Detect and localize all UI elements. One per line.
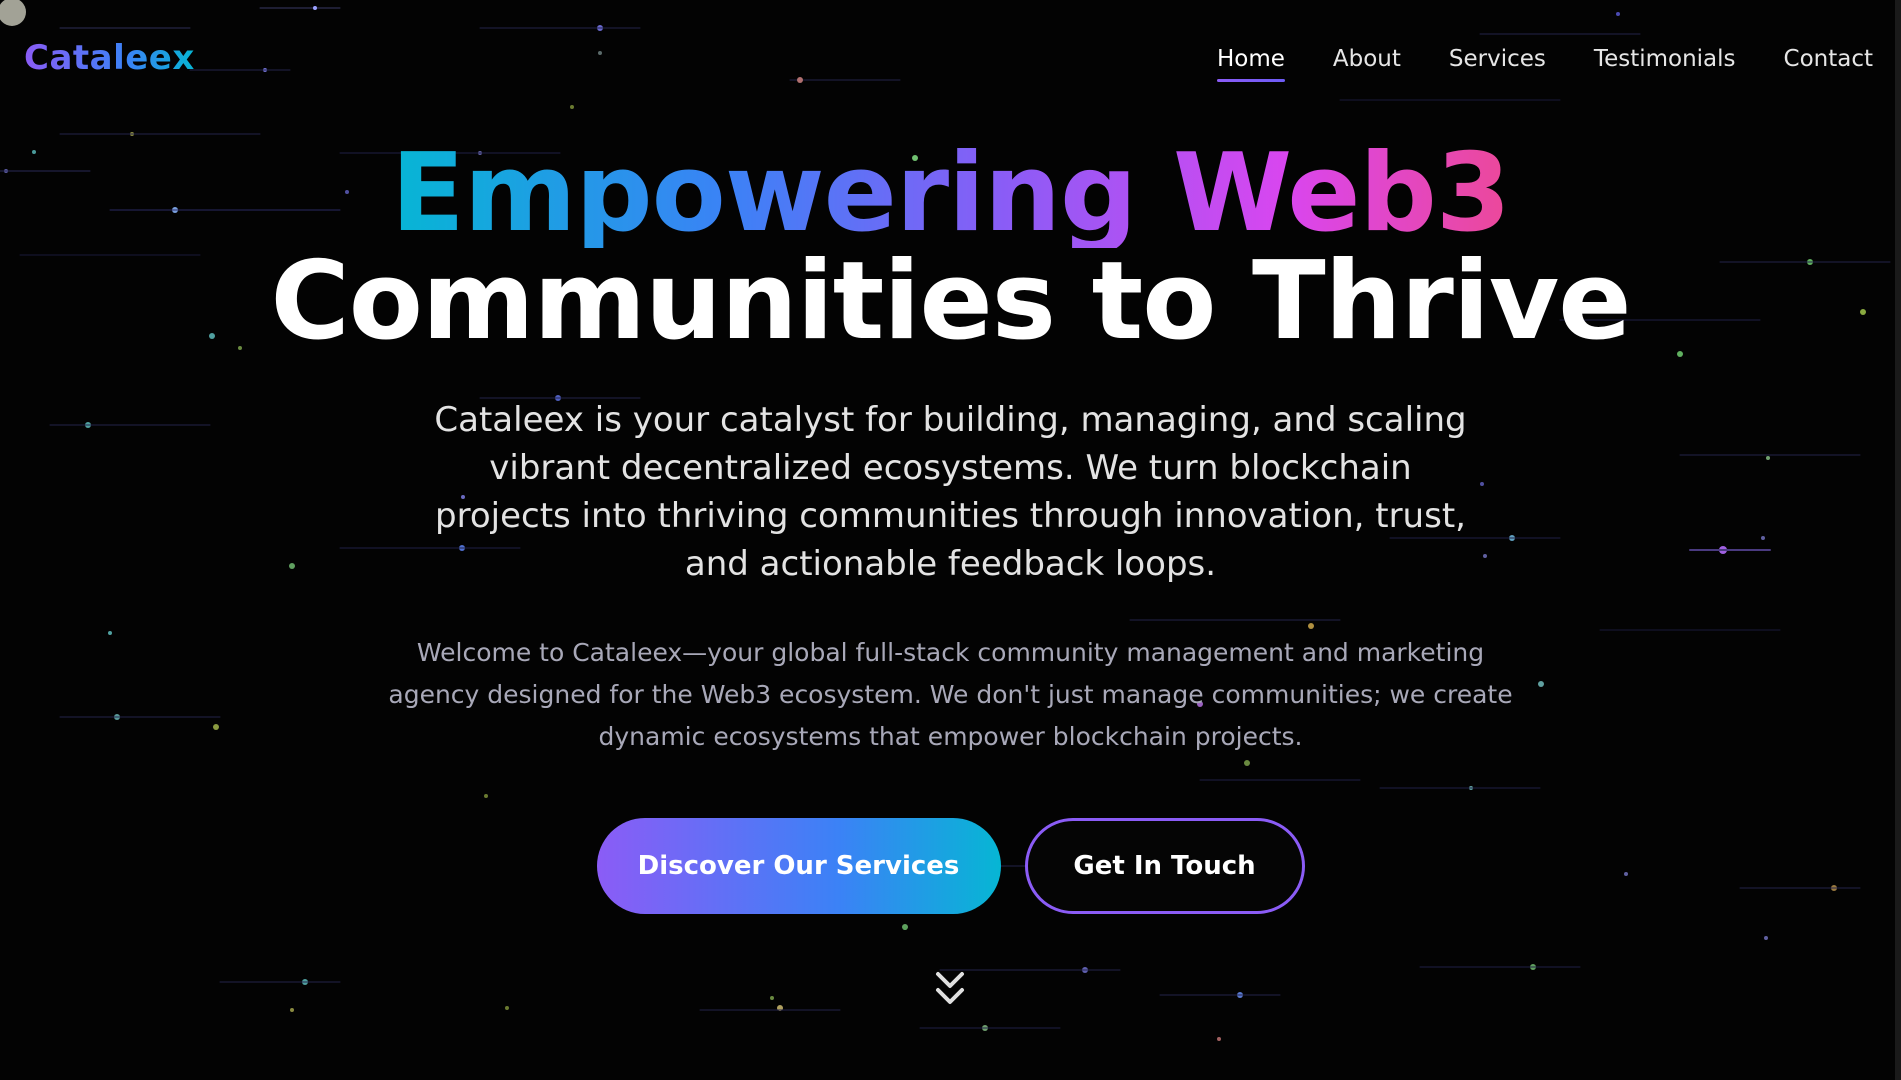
nav-link-about[interactable]: About: [1333, 46, 1401, 80]
page-scrollbar[interactable]: [1895, 0, 1901, 1080]
top-navigation: Cataleex Home About Services Testimonial…: [0, 0, 1901, 120]
headline-gradient-text: Empowering Web3: [391, 131, 1511, 256]
brand-logo[interactable]: Cataleex: [24, 38, 195, 78]
hero-sub-paragraph: Welcome to Cataleex—your global full-sta…: [388, 638, 1513, 751]
hero-section: Empowering Web3 Communities to Thrive Ca…: [0, 140, 1901, 914]
hero-headline: Empowering Web3 Communities to Thrive: [0, 140, 1901, 356]
chevrons-down-icon[interactable]: [922, 968, 978, 1012]
nav-link-contact[interactable]: Contact: [1784, 46, 1873, 80]
hero-lead-paragraph: Cataleex is your catalyst for building, …: [434, 400, 1467, 584]
nav-link-testimonials[interactable]: Testimonials: [1594, 46, 1736, 80]
headline-white-text: Communities to Thrive: [270, 239, 1631, 364]
cta-group: Discover Our Services Get In Touch: [0, 818, 1901, 914]
nav-links: Home About Services Testimonials Contact: [1216, 46, 1873, 82]
discover-services-button[interactable]: Discover Our Services: [596, 818, 1001, 914]
get-in-touch-button[interactable]: Get In Touch: [1024, 818, 1305, 914]
page: Cataleex Home About Services Testimonial…: [0, 0, 1901, 1080]
nav-link-home[interactable]: Home: [1216, 46, 1285, 82]
nav-link-services[interactable]: Services: [1449, 46, 1546, 80]
